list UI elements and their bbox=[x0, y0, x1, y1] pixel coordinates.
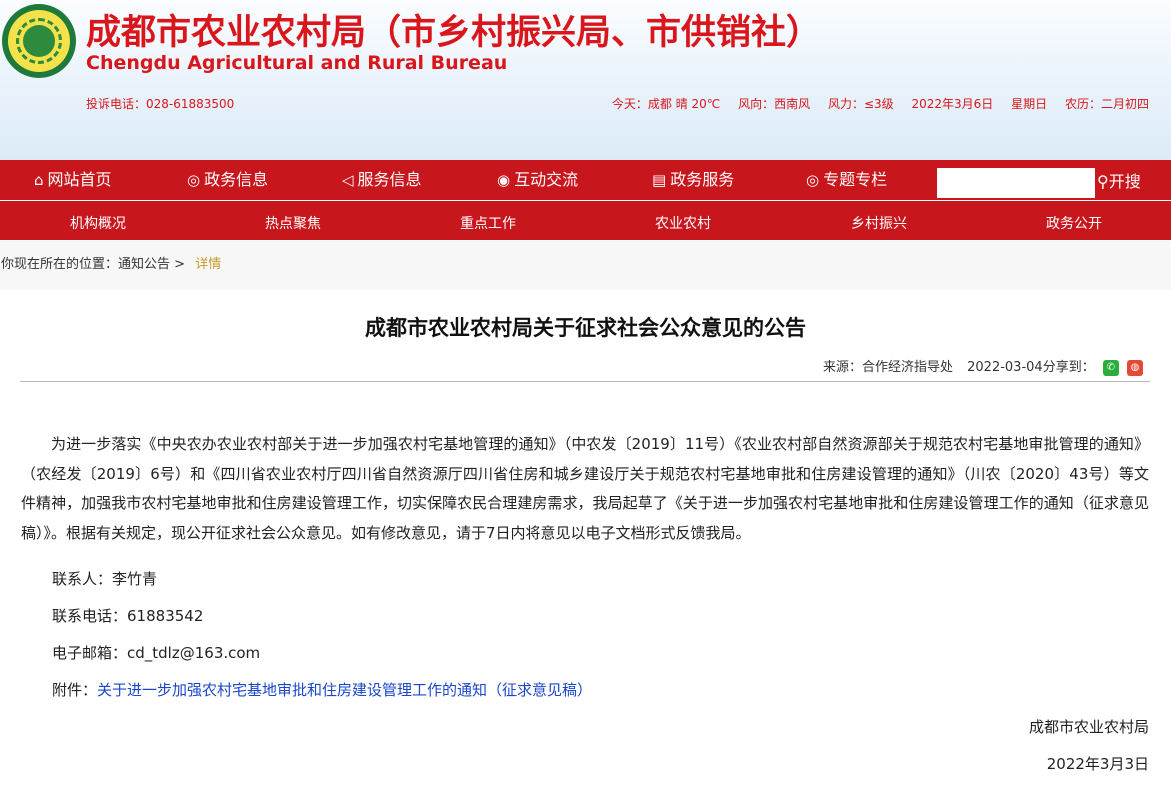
weibo-share-icon[interactable]: ◍ bbox=[1127, 359, 1143, 376]
megaphone-icon: ◁ bbox=[342, 171, 354, 189]
nav-label: 政务服务 bbox=[670, 170, 735, 189]
weather-wind-force: 风力：≤3级 bbox=[827, 97, 894, 111]
email-line: 电子邮箱：cd_tdlz@163.com bbox=[52, 642, 260, 663]
breadcrumb-prefix: 你现在所在的位置： bbox=[1, 257, 119, 272]
email-address: cd_tdlz@163.com bbox=[127, 644, 261, 662]
chat-icon: ◎ bbox=[187, 171, 201, 189]
nav-label: 服务信息 bbox=[357, 170, 422, 189]
nav-service-info[interactable]: ◁ 服务信息 bbox=[342, 160, 422, 200]
nav-label: 政务信息 bbox=[204, 170, 269, 189]
breadcrumb: 你现在所在的位置：通知公告 > 详情 bbox=[1, 253, 221, 272]
weather-date: 2022年3月6日 bbox=[911, 97, 994, 111]
nav-label: 互动交流 bbox=[514, 170, 579, 189]
weather-bar: 今天：成都 晴 20℃ 风向：西南风 风力：≤3级 2022年3月6日 星期日 … bbox=[598, 95, 1149, 112]
weather-lunar: 农历：二月初四 bbox=[1064, 97, 1149, 111]
home-icon: ⌂ bbox=[34, 171, 44, 189]
weather-weekday: 星期日 bbox=[1011, 97, 1048, 111]
nav-gov-service[interactable]: ▤ 政务服务 bbox=[652, 160, 734, 200]
attachment-label: 附件： bbox=[52, 681, 98, 699]
complaint-hotline: 投诉电话：028-61883500 bbox=[86, 97, 235, 111]
contact-name: 李竹青 bbox=[112, 570, 158, 588]
share-label: 分享到： bbox=[1042, 360, 1095, 375]
subnav-key-work[interactable]: 重点工作 bbox=[460, 201, 516, 240]
article-title: 成都市农业农村局关于征求社会公众意见的公告 bbox=[365, 316, 806, 340]
article-source: 来源：合作经济指导处 bbox=[822, 360, 953, 375]
contact-line: 联系人：李竹青 bbox=[52, 568, 157, 589]
article-body: 为进一步落实《中央农办农业农村部关于进一步加强农村宅基地管理的通知》（中农发〔2… bbox=[21, 435, 1149, 542]
sign-date: 2022年3月3日 bbox=[1046, 755, 1149, 773]
nav-label: 专题专栏 bbox=[823, 170, 888, 189]
search-button-label: 开搜 bbox=[1108, 172, 1141, 191]
attachment-line: 附件：关于进一步加强农村宅基地审批和住房建设管理工作的通知（征求意见稿） bbox=[52, 679, 592, 700]
nav-gov-info[interactable]: ◎ 政务信息 bbox=[187, 160, 268, 200]
subnav-org[interactable]: 机构概况 bbox=[70, 201, 126, 240]
logo-sun bbox=[23, 25, 55, 57]
wechat-share-icon[interactable]: ✆ bbox=[1102, 359, 1119, 376]
site-subtitle: Chengdu Agricultural and Rural Bureau bbox=[86, 52, 508, 74]
phone-line: 联系电话：61883542 bbox=[52, 605, 203, 626]
site-title: 成都市农业农村局（市乡村振兴局、市供销社） bbox=[86, 13, 822, 53]
breadcrumb-separator: > bbox=[174, 257, 186, 272]
globe-icon: ◉ bbox=[497, 171, 511, 189]
article-date: 2022-03-04 bbox=[967, 360, 1043, 375]
phone-number: 61883542 bbox=[127, 607, 204, 625]
nav-special[interactable]: ◎ 专题专栏 bbox=[806, 160, 887, 200]
email-label: 电子邮箱： bbox=[52, 644, 128, 662]
signature: 成都市农业农村局 bbox=[1028, 718, 1149, 736]
breadcrumb-parent[interactable]: 通知公告 bbox=[118, 257, 170, 272]
document-icon: ▤ bbox=[652, 171, 667, 189]
search-button[interactable]: ⚲开搜 bbox=[1097, 160, 1141, 200]
agriculture-logo[interactable] bbox=[2, 4, 76, 78]
title-divider bbox=[20, 381, 1150, 382]
weather-today: 今天：成都 晴 20℃ bbox=[611, 97, 721, 111]
nav-home[interactable]: ⌂ 网站首页 bbox=[34, 160, 112, 200]
secondary-nav: 机构概况 热点聚焦 重点工作 农业农村 乡村振兴 政务公开 bbox=[0, 201, 1171, 240]
chat-bubble-icon: ◎ bbox=[806, 171, 820, 189]
subnav-agri[interactable]: 农业农村 bbox=[655, 201, 711, 240]
weather-wind-dir: 风向：西南风 bbox=[738, 97, 811, 111]
nav-interaction[interactable]: ◉ 互动交流 bbox=[497, 160, 578, 200]
nav-label: 网站首页 bbox=[47, 170, 112, 189]
article-meta: 来源：合作经济指导处 2022-03-04分享到： ✆ ◍ bbox=[823, 356, 1143, 376]
breadcrumb-current: 详情 bbox=[195, 257, 222, 272]
phone-label: 联系电话： bbox=[52, 607, 128, 625]
subnav-hot[interactable]: 热点聚焦 bbox=[265, 201, 321, 240]
subnav-rural[interactable]: 乡村振兴 bbox=[851, 201, 907, 240]
site-header: 成都市农业农村局（市乡村振兴局、市供销社） Chengdu Agricultur… bbox=[0, 0, 1171, 160]
search-icon: ⚲ bbox=[1097, 172, 1109, 191]
subnav-open-gov[interactable]: 政务公开 bbox=[1046, 201, 1102, 240]
contact-label: 联系人： bbox=[52, 570, 113, 588]
search-input[interactable] bbox=[937, 168, 1095, 198]
attachment-link[interactable]: 关于进一步加强农村宅基地审批和住房建设管理工作的通知（征求意见稿） bbox=[97, 681, 592, 699]
